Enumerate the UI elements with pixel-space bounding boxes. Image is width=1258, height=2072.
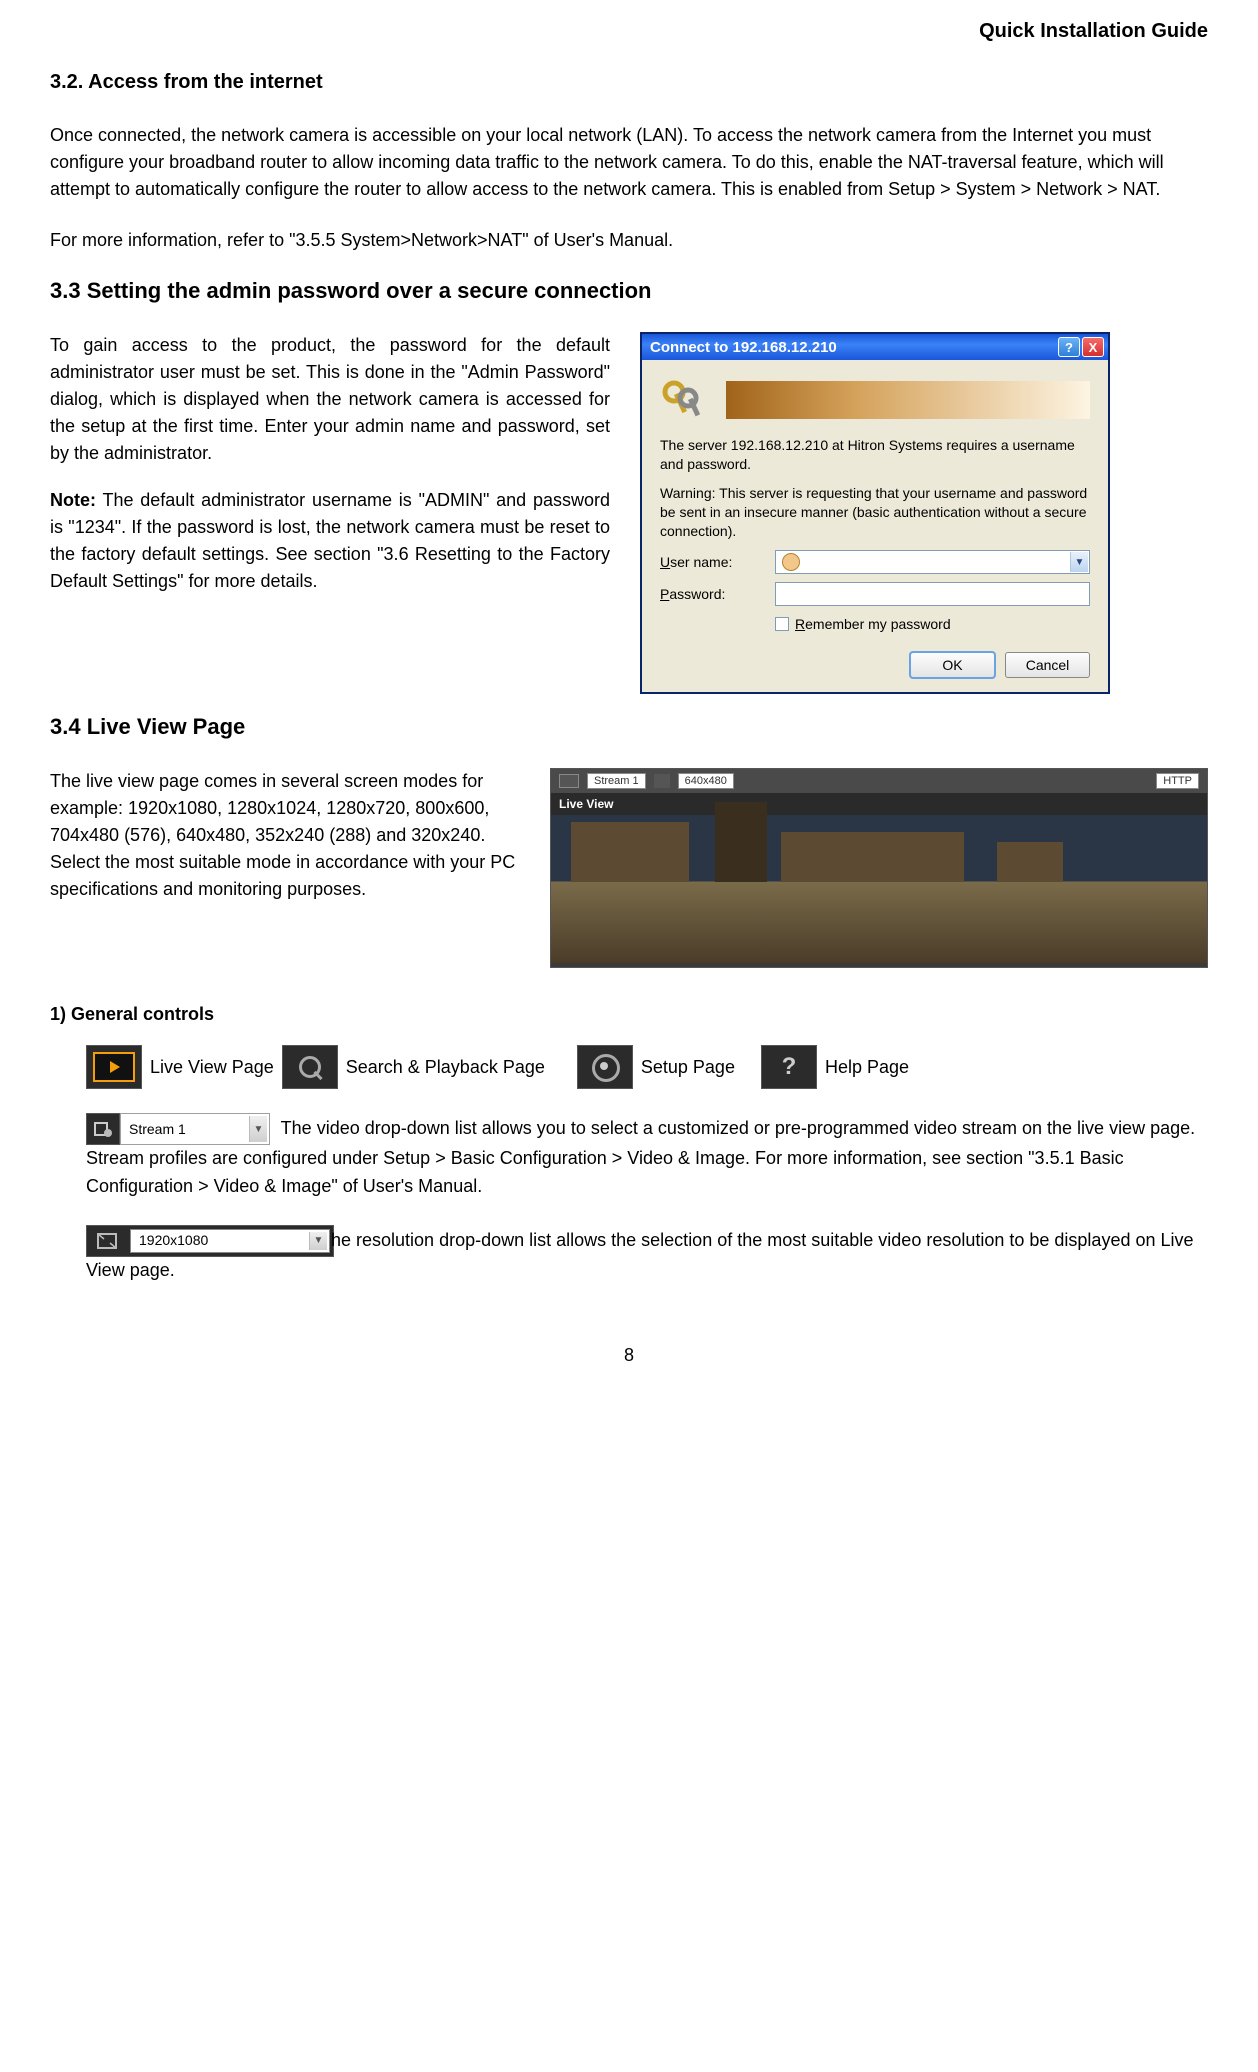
chevron-down-icon: ▼ [249,1116,267,1142]
heading-general-controls: 1) General controls [50,1004,1208,1025]
resolution-dropdown-value: 1920x1080 [139,1230,208,1252]
help-page-label: Help Page [825,1057,909,1078]
chevron-down-icon: ▼ [309,1232,327,1250]
liveview-stream-dd[interactable]: Stream 1 [587,773,646,789]
cancel-button[interactable]: Cancel [1005,652,1090,678]
dialog-server-text: The server 192.168.12.210 at Hitron Syst… [660,436,1090,474]
heading-3-4: 3.4 Live View Page [50,714,1208,740]
liveview-screenshot: Stream 1 640x480 HTTP Live View [550,768,1208,968]
section-3-3-text: To gain access to the product, the passw… [50,332,610,694]
dialog-title: Connect to 192.168.12.210 [650,339,837,356]
setup-page-label: Setup Page [641,1057,735,1078]
liveview-page-label: Live View Page [150,1057,274,1078]
page-number: 8 [50,1345,1208,1366]
page-header-title: Quick Installation Guide [50,20,1208,43]
heading-3-2: 3.2. Access from the internet [50,71,1208,94]
resolution-dropdown[interactable]: 1920x1080 ▼ [130,1229,330,1253]
password-input[interactable] [775,582,1090,606]
connect-dialog: Connect to 192.168.12.210 ? X The serve [640,332,1110,694]
para-3-2-b: For more information, refer to "3.5.5 Sy… [50,227,1208,254]
liveview-res-dd[interactable]: 640x480 [678,773,734,789]
liveview-video-frame [551,815,1207,963]
para-3-4: The live view page comes in several scre… [50,768,530,968]
liveview-toolbar: Stream 1 640x480 HTTP [551,769,1207,793]
para-3-2-a: Once connected, the network camera is ac… [50,122,1208,203]
liveview-label: Live View [551,793,1207,815]
dialog-banner-gradient [726,381,1090,419]
stream-dropdown-para: Stream 1 ▼ The video drop-down list allo… [50,1113,1208,1201]
dialog-titlebar: Connect to 192.168.12.210 ? X [642,334,1108,360]
liveview-page-icon[interactable] [86,1045,142,1089]
liveview-res-icon [654,774,670,788]
setup-page-icon[interactable] [577,1045,633,1089]
help-page-icon[interactable]: ? [761,1045,817,1089]
liveview-proto-dd[interactable]: HTTP [1156,773,1199,789]
para-3-3-a: To gain access to the product, the passw… [50,332,610,467]
stream-dropdown-value: Stream 1 [129,1119,186,1141]
username-input[interactable]: ▼ [775,550,1090,574]
remember-label: Remember my password [795,616,951,632]
remember-checkbox[interactable] [775,617,789,631]
dialog-warning-text: Warning: This server is requesting that … [660,484,1090,541]
dialog-close-button[interactable]: X [1082,337,1104,357]
general-controls-icons-row: Live View Page Search & Playback Page Se… [50,1045,1208,1089]
note-label: Note: [50,490,96,510]
dialog-help-button[interactable]: ? [1058,337,1080,357]
resolution-dropdown-icon [87,1226,127,1256]
keys-icon [660,378,710,422]
password-label: Password: [660,586,775,602]
user-icon [782,553,800,571]
chevron-down-icon[interactable]: ▼ [1070,552,1088,572]
liveview-play-icon [559,774,579,788]
para-3-3-note: Note: The default administrator username… [50,487,610,595]
heading-3-3: 3.3 Setting the admin password over a se… [50,278,1208,304]
stream-dropdown-icon [86,1113,120,1145]
username-label: User name: [660,554,775,570]
stream-dropdown[interactable]: Stream 1 ▼ [120,1113,270,1145]
resolution-dropdown-para: 1920x1080 ▼ he resolution drop-down list… [50,1225,1208,1285]
search-playback-label: Search & Playback Page [346,1057,545,1078]
ok-button[interactable]: OK [910,652,995,678]
note-text: The default administrator username is "A… [50,490,610,591]
search-playback-icon[interactable] [282,1045,338,1089]
